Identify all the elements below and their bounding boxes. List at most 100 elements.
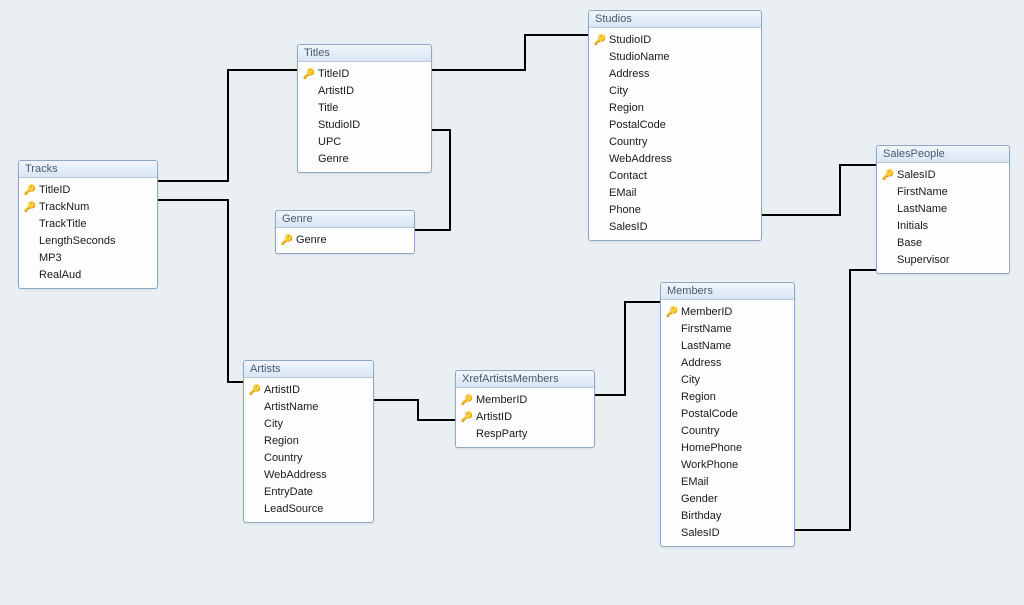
field-initials[interactable]: Initials (879, 218, 1007, 235)
table-header-titles[interactable]: Titles (298, 45, 431, 62)
field-titleid[interactable]: 🔑TitleID (300, 66, 429, 83)
field-artistid[interactable]: ArtistID (300, 83, 429, 100)
field-region[interactable]: Region (591, 100, 759, 117)
field-upc[interactable]: UPC (300, 134, 429, 151)
field-label: LastName (679, 339, 731, 354)
field-postalcode[interactable]: PostalCode (591, 117, 759, 134)
field-phone[interactable]: Phone (591, 202, 759, 219)
field-mp3[interactable]: MP3 (21, 250, 155, 267)
field-label: TrackTitle (37, 217, 86, 232)
table-members[interactable]: Members 🔑MemberID FirstName LastName Add… (660, 282, 795, 547)
field-label: Address (607, 67, 649, 82)
field-salesid[interactable]: SalesID (663, 525, 792, 542)
field-lengthseconds[interactable]: LengthSeconds (21, 233, 155, 250)
field-studioname[interactable]: StudioName (591, 49, 759, 66)
field-label: UPC (316, 135, 341, 150)
table-header-tracks[interactable]: Tracks (19, 161, 157, 178)
field-titleid[interactable]: 🔑TitleID (21, 182, 155, 199)
field-title[interactable]: Title (300, 100, 429, 117)
field-workphone[interactable]: WorkPhone (663, 457, 792, 474)
table-header-members[interactable]: Members (661, 283, 794, 300)
field-webaddress[interactable]: WebAddress (591, 151, 759, 168)
field-contact[interactable]: Contact (591, 168, 759, 185)
table-tracks[interactable]: Tracks 🔑TitleID 🔑TrackNum TrackTitle Len… (18, 160, 158, 289)
key-icon: 🔑 (23, 183, 37, 198)
field-salesid[interactable]: 🔑SalesID (879, 167, 1007, 184)
field-email[interactable]: EMail (663, 474, 792, 491)
field-label: ArtistID (474, 410, 512, 425)
field-genre[interactable]: Genre (300, 151, 429, 168)
field-label: Region (607, 101, 644, 116)
field-label: LengthSeconds (37, 234, 115, 249)
table-salespeople[interactable]: SalesPeople 🔑SalesID FirstName LastName … (876, 145, 1010, 274)
field-artistid[interactable]: 🔑ArtistID (246, 382, 371, 399)
table-header-artists[interactable]: Artists (244, 361, 373, 378)
field-city[interactable]: City (663, 372, 792, 389)
field-address[interactable]: Address (591, 66, 759, 83)
key-icon: 🔑 (460, 410, 474, 425)
field-respparty[interactable]: RespParty (458, 426, 592, 443)
field-leadsource[interactable]: LeadSource (246, 501, 371, 518)
field-salesid[interactable]: SalesID (591, 219, 759, 236)
field-webaddress[interactable]: WebAddress (246, 467, 371, 484)
table-titles[interactable]: Titles 🔑TitleID ArtistID Title StudioID … (297, 44, 432, 173)
table-body-titles: 🔑TitleID ArtistID Title StudioID UPC Gen… (298, 62, 431, 172)
field-city[interactable]: City (591, 83, 759, 100)
field-homephone[interactable]: HomePhone (663, 440, 792, 457)
field-firstname[interactable]: FirstName (663, 321, 792, 338)
field-memberid[interactable]: 🔑MemberID (663, 304, 792, 321)
field-tracktitle[interactable]: TrackTitle (21, 216, 155, 233)
table-xref[interactable]: XrefArtistsMembers 🔑MemberID 🔑ArtistID R… (455, 370, 595, 448)
field-entrydate[interactable]: EntryDate (246, 484, 371, 501)
field-birthday[interactable]: Birthday (663, 508, 792, 525)
field-gender[interactable]: Gender (663, 491, 792, 508)
field-label: TitleID (316, 67, 349, 82)
field-email[interactable]: EMail (591, 185, 759, 202)
field-label: Base (895, 236, 922, 251)
diagram-canvas[interactable]: Tracks 🔑TitleID 🔑TrackNum TrackTitle Len… (0, 0, 1024, 605)
field-supervisor[interactable]: Supervisor (879, 252, 1007, 269)
field-lastname[interactable]: LastName (663, 338, 792, 355)
table-artists[interactable]: Artists 🔑ArtistID ArtistName City Region… (243, 360, 374, 523)
key-icon: 🔑 (248, 383, 262, 398)
field-genre[interactable]: 🔑Genre (278, 232, 412, 249)
field-artistname[interactable]: ArtistName (246, 399, 371, 416)
table-header-xref[interactable]: XrefArtistsMembers (456, 371, 594, 388)
field-label: MemberID (679, 305, 732, 320)
field-label: SalesID (895, 168, 936, 183)
field-label: ArtistID (262, 383, 300, 398)
field-studioid[interactable]: StudioID (300, 117, 429, 134)
table-header-salespeople[interactable]: SalesPeople (877, 146, 1009, 163)
table-genre[interactable]: Genre 🔑Genre (275, 210, 415, 254)
field-country[interactable]: Country (591, 134, 759, 151)
key-icon: 🔑 (593, 33, 607, 48)
field-postalcode[interactable]: PostalCode (663, 406, 792, 423)
field-label: WebAddress (262, 468, 327, 483)
field-city[interactable]: City (246, 416, 371, 433)
table-header-studios[interactable]: Studios (589, 11, 761, 28)
field-address[interactable]: Address (663, 355, 792, 372)
field-country[interactable]: Country (246, 450, 371, 467)
field-label: RespParty (474, 427, 527, 442)
table-body-tracks: 🔑TitleID 🔑TrackNum TrackTitle LengthSeco… (19, 178, 157, 288)
field-country[interactable]: Country (663, 423, 792, 440)
field-tracknum[interactable]: 🔑TrackNum (21, 199, 155, 216)
field-base[interactable]: Base (879, 235, 1007, 252)
field-region[interactable]: Region (663, 389, 792, 406)
field-label: TitleID (37, 183, 70, 198)
field-label: City (262, 417, 283, 432)
field-label: Phone (607, 203, 641, 218)
field-studioid[interactable]: 🔑StudioID (591, 32, 759, 49)
field-label: HomePhone (679, 441, 742, 456)
field-lastname[interactable]: LastName (879, 201, 1007, 218)
field-label: SalesID (607, 220, 648, 235)
table-header-genre[interactable]: Genre (276, 211, 414, 228)
field-artistid[interactable]: 🔑ArtistID (458, 409, 592, 426)
field-realaud[interactable]: RealAud (21, 267, 155, 284)
table-body-members: 🔑MemberID FirstName LastName Address Cit… (661, 300, 794, 546)
table-studios[interactable]: Studios 🔑StudioID StudioName Address Cit… (588, 10, 762, 241)
field-memberid[interactable]: 🔑MemberID (458, 392, 592, 409)
field-region[interactable]: Region (246, 433, 371, 450)
field-firstname[interactable]: FirstName (879, 184, 1007, 201)
field-label: LeadSource (262, 502, 323, 517)
